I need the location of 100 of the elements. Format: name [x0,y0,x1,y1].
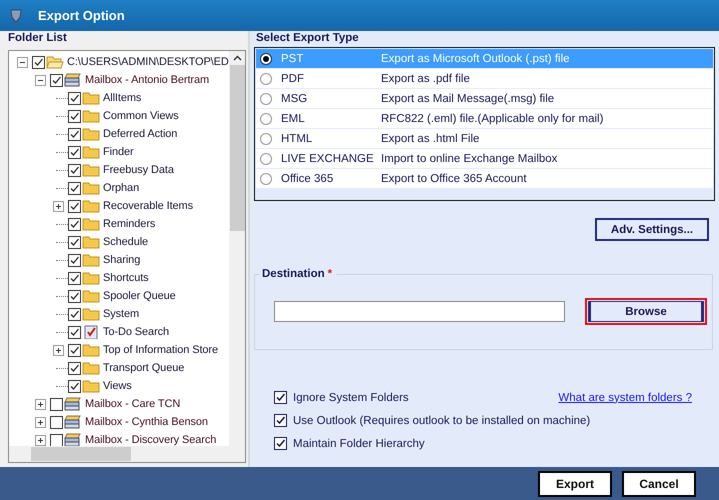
checkbox[interactable] [50,416,63,428]
tree-item[interactable]: Mailbox - Antonio Bertram [85,74,210,86]
folder-icon [82,127,100,141]
checkbox[interactable] [68,380,81,392]
tree-item[interactable]: Finder [103,146,134,158]
checkbox[interactable] [274,437,287,450]
export-type-row[interactable]: EML RFC822 (.eml) file.(Applicable only for mail) [256,109,713,128]
mailbox-icon [64,415,82,429]
tree-item[interactable]: Top of Information Store [103,344,218,356]
folder-icon [82,379,100,393]
folder-icon [82,235,100,249]
mailbox-icon [64,397,82,411]
expander-icon[interactable] [17,56,28,68]
tree-item[interactable]: Orphan [103,182,140,194]
adv-settings-button[interactable]: Adv. Settings... [595,218,709,241]
tree-item[interactable]: System [103,308,140,320]
browse-button[interactable]: Browse [588,301,704,322]
checkbox[interactable] [68,290,81,302]
folder-icon [82,199,100,213]
export-type-row[interactable]: MSG Export as Mail Message(.msg) file [256,89,713,108]
tree-item[interactable]: Mailbox - Care TCN [85,398,180,410]
folder-icon [82,217,100,231]
checkbox[interactable] [32,56,45,68]
tree-item[interactable]: Shortcuts [103,272,149,284]
tree-item[interactable]: Recoverable Items [103,200,194,212]
checkbox[interactable] [68,92,81,104]
help-link[interactable]: What are system folders ? [558,392,692,404]
option-label: Maintain Folder Hierarchy [293,438,425,450]
tree-item[interactable]: Freebusy Data [103,164,174,176]
checkbox[interactable] [68,308,81,320]
folder-icon [82,289,100,303]
checkbox[interactable] [68,110,81,122]
export-type-row[interactable]: LIVE EXCHANGE Import to online Exchange Mailbox [256,149,713,168]
option-label: Use Outlook (Requires outlook to be installed on machine) [293,414,590,426]
expander-icon[interactable] [53,200,64,212]
folder-icon [82,361,100,375]
checkbox[interactable] [50,398,63,410]
task-icon [82,325,100,339]
required-mark: * [328,268,332,280]
tree-item[interactable]: Deferred Action [103,128,178,140]
expander-icon[interactable] [35,74,46,86]
tree-item[interactable]: Views [103,380,132,392]
checkbox[interactable] [68,236,81,248]
folder-icon [46,55,64,69]
checkbox[interactable] [274,414,287,427]
shield-icon [8,8,24,24]
tree-item[interactable]: Schedule [103,236,148,248]
export-type-row[interactable]: HTML Export as .html File [256,129,713,148]
tree-item[interactable]: To-Do Search [103,326,170,338]
export-type-row[interactable]: PDF Export as .pdf file [256,69,713,88]
folder-icon [82,343,100,357]
tree-item[interactable]: Mailbox - Discovery Search [85,434,216,446]
folder-icon [82,181,100,195]
tree-item[interactable]: Reminders [103,218,156,230]
checkbox[interactable] [274,391,287,404]
folder-icon [82,163,100,177]
footer-button[interactable]: Export [538,470,612,496]
folder-icon [82,307,100,321]
expander-icon[interactable] [35,434,46,446]
checkbox[interactable] [68,218,81,230]
checkbox[interactable] [68,200,81,212]
destination-label: Destination [262,268,325,280]
window-title: Export Option [38,8,125,23]
checkbox[interactable] [68,272,81,284]
mailbox-icon [64,73,82,87]
checkbox[interactable] [68,344,81,356]
checkbox[interactable] [50,434,63,446]
folder-icon [82,91,100,105]
export-type-title: Select Export Type [255,31,360,46]
tree-item[interactable]: Sharing [103,254,140,266]
checkbox[interactable] [68,146,81,158]
folder-icon [82,109,100,123]
checkbox[interactable] [68,164,81,176]
folder-icon [82,145,100,159]
tree-item[interactable]: Common Views [103,110,179,122]
tree-item[interactable]: Transport Queue [103,362,184,374]
expander-icon[interactable] [53,344,64,356]
checkbox[interactable] [68,128,81,140]
footer-button[interactable]: Cancel [622,470,696,496]
folder-icon [82,271,100,285]
mailbox-icon [64,433,82,446]
scroll-up-icon[interactable] [232,55,242,61]
expander-icon[interactable] [35,398,46,410]
expander-icon[interactable] [35,416,46,428]
tree-item[interactable]: C:\USERS\ADMIN\DESKTOP\ED [67,56,229,68]
checkbox[interactable] [68,326,81,338]
option-label: Ignore System Folders [293,392,409,404]
export-type-row[interactable]: Office 365 Export to Office 365 Account [256,169,713,188]
destination-field[interactable] [274,301,565,322]
checkbox[interactable] [68,182,81,194]
tree-item[interactable]: AllItems [103,92,142,104]
checkbox[interactable] [68,362,81,374]
folder-list-title: Folder List [7,31,68,46]
tree-item[interactable]: Spooler Queue [103,290,176,302]
tree-item[interactable]: Mailbox - Cynthia Benson [85,416,208,428]
folder-icon [82,253,100,267]
checkbox[interactable] [68,254,81,266]
checkbox[interactable] [50,74,63,86]
vertical-scrollbar[interactable] [229,51,245,446]
horizontal-scrollbar[interactable] [9,446,245,462]
